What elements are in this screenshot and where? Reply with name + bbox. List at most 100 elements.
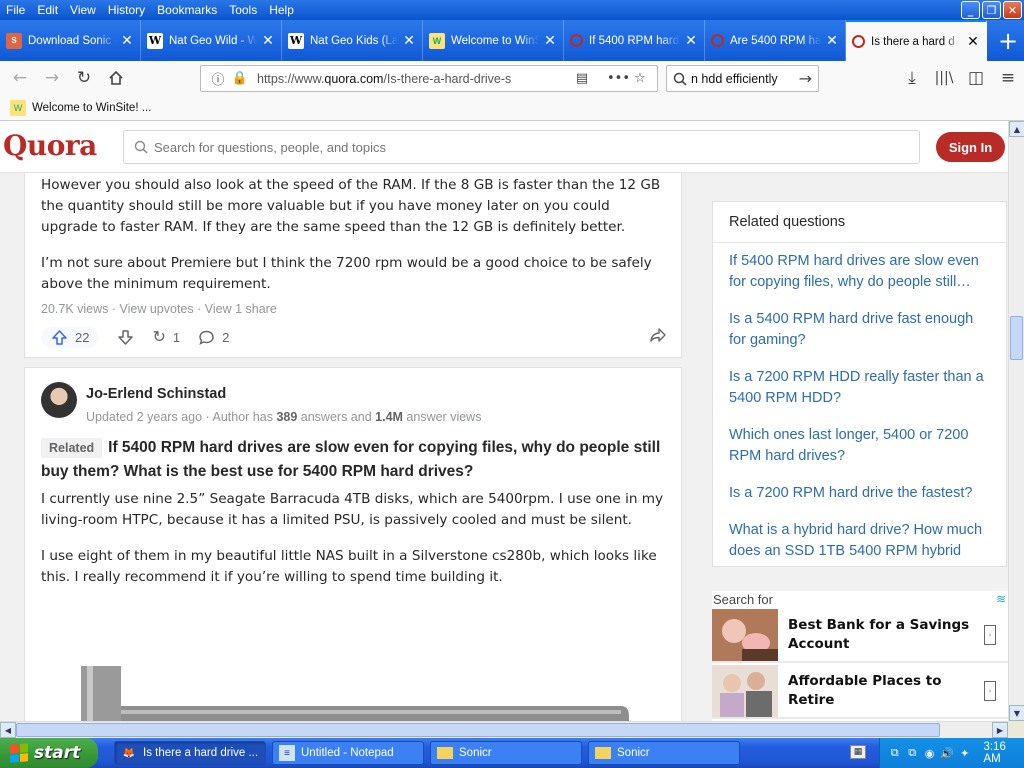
taskbar-item-sonicr-1[interactable]: Sonicr (430, 741, 582, 765)
quora-logo[interactable]: Quora (3, 129, 97, 162)
horizontal-scrollbar[interactable]: ◀ ▶ (0, 721, 1008, 738)
ad-title[interactable]: Best Bank for a Savings Account (788, 616, 978, 654)
upvote-button[interactable]: 22 (41, 326, 100, 348)
library-button[interactable]: |||\ (928, 62, 960, 94)
related-question-text[interactable]: If 5400 RPM hard drives are slow even fo… (41, 439, 660, 480)
view-upvotes-link[interactable]: View upvotes (120, 302, 194, 316)
downvote-button[interactable] (117, 329, 134, 346)
scroll-left-arrow-icon[interactable]: ◀ (0, 722, 16, 738)
keyboard-icon[interactable]: ▦ (850, 745, 866, 759)
related-question-heading[interactable]: Related If 5400 RPM hard drives are slow … (41, 436, 661, 484)
folder-icon (437, 747, 453, 759)
search-go-icon[interactable]: → (799, 69, 812, 88)
tab-close-icon[interactable]: ✕ (402, 32, 416, 49)
related-question-link[interactable]: Which ones last longer, 5400 or 7200 RPM… (729, 425, 990, 467)
minimize-button[interactable]: _ (961, 1, 980, 19)
tab-quora-5400-slow[interactable]: If 5400 RPM hard ✕ (564, 20, 705, 61)
ad-item[interactable]: Best Bank for a Savings Account › (712, 609, 1008, 663)
related-question-link[interactable]: Is a 7200 RPM hard drive the fastest? (729, 483, 990, 504)
notepad-icon: ≡ (279, 745, 295, 761)
avatar[interactable] (41, 382, 77, 418)
ad-choices-icon[interactable]: ≋ (996, 592, 1006, 606)
taskbar-item-sonicr-2[interactable]: Sonicr (588, 741, 740, 765)
tab-close-icon[interactable]: ✕ (684, 32, 698, 49)
network-icon[interactable]: ⧉ (905, 746, 918, 760)
menu-bookmarks[interactable]: Bookmarks (151, 3, 223, 17)
tab-close-icon[interactable]: ✕ (120, 32, 134, 49)
taskbar-item-notepad[interactable]: ≡ Untitled - Notepad (272, 741, 424, 765)
scroll-down-arrow-icon[interactable]: ▼ (1009, 705, 1024, 721)
vertical-scroll-thumb[interactable] (1010, 316, 1023, 360)
share-button[interactable] (649, 326, 667, 349)
view-shares-link[interactable]: View 1 share (205, 302, 277, 316)
network-icon[interactable]: ⧉ (888, 746, 901, 760)
author-name[interactable]: Jo-Erlend Schinstad (86, 386, 481, 402)
tab-close-icon[interactable]: ✕ (261, 32, 275, 49)
new-tab-button[interactable]: + (992, 20, 1024, 61)
related-question-link[interactable]: Is a 5400 RPM hard drive fast enough for… (729, 309, 990, 351)
lock-icon[interactable]: 🔒 (229, 71, 251, 86)
related-question-link[interactable]: Is a 7200 RPM HDD really faster than a 5… (729, 367, 990, 409)
scroll-right-arrow-icon[interactable]: ▶ (992, 722, 1008, 738)
tab-close-icon[interactable]: ✕ (966, 33, 980, 50)
ad-item[interactable]: Affordable Places to Retire › (712, 665, 1008, 719)
ad-title[interactable]: Affordable Places to Retire (788, 672, 978, 710)
tab-quora-are-5400[interactable]: Are 5400 RPM ha ✕ (705, 20, 846, 61)
url-bar[interactable]: ⓘ 🔒 https://www.quora.com/Is-there-a-har… (200, 65, 658, 92)
comment-button[interactable]: 2 (198, 329, 229, 346)
quora-search-input[interactable] (154, 139, 919, 155)
horizontal-scroll-thumb[interactable] (16, 723, 940, 737)
tab-nat-geo-kids[interactable]: W Nat Geo Kids (La ✕ (282, 20, 423, 61)
related-question-link[interactable]: What is a hybrid hard drive? How much do… (729, 520, 990, 562)
tab-quora-active[interactable]: Is there a hard d ✕ (846, 20, 987, 61)
security-icon[interactable]: ◉ (923, 746, 936, 760)
upvote-count: 22 (75, 329, 90, 345)
tab-download-sonic[interactable]: S Download Sonic R ✕ (0, 20, 141, 61)
page-actions-icon[interactable]: ••• (607, 71, 630, 86)
restore-button[interactable]: ❐ (982, 1, 1001, 19)
ad-arrow-icon[interactable]: › (984, 681, 996, 701)
menu-file[interactable]: File (0, 3, 31, 17)
vertical-scrollbar[interactable]: ▲ ▼ (1008, 121, 1024, 721)
clock[interactable]: 3:16 AM (983, 741, 1024, 765)
scroll-up-arrow-icon[interactable]: ▲ (1009, 121, 1024, 137)
taskbar-item-firefox[interactable]: 🦊 Is there a hard drive ... (114, 741, 266, 765)
quora-header: Quora Sign In (0, 121, 1008, 173)
ad-arrow-icon[interactable]: › (984, 625, 996, 645)
sidebar-button[interactable]: ◫ (960, 62, 992, 94)
info-icon[interactable]: ⓘ (207, 69, 229, 88)
volume-icon[interactable]: 🔊 (940, 746, 954, 760)
search-bar-value[interactable]: n hdd efficiently (691, 72, 799, 86)
search-bar[interactable]: n hdd efficiently → (666, 65, 819, 92)
sign-in-button[interactable]: Sign In (936, 132, 1005, 162)
url-text[interactable]: https://www.quora.com/Is-there-a-hard-dr… (257, 72, 571, 86)
reload-button[interactable]: ↻ (68, 62, 100, 94)
quora-search[interactable] (123, 130, 920, 164)
close-icon: ✕ (1007, 3, 1018, 17)
bookmark-winsite[interactable]: W Welcome to WinSite! ... (10, 99, 151, 116)
bookmark-star-icon[interactable]: ☆ (629, 71, 651, 86)
start-button[interactable]: start (0, 738, 98, 768)
reader-view-icon[interactable]: ▤ (571, 71, 593, 86)
menu-button[interactable]: ≡ (992, 62, 1024, 94)
tab-close-icon[interactable]: ✕ (543, 32, 557, 49)
tray-app-icon[interactable]: ✦ (958, 746, 971, 760)
home-button[interactable] (100, 62, 132, 94)
tab-nat-geo-wild[interactable]: W Nat Geo Wild - W ✕ (141, 20, 282, 61)
menu-history[interactable]: History (102, 3, 151, 17)
tab-winsite[interactable]: W Welcome to WinS ✕ (423, 20, 564, 61)
url-path: /Is-there-a-hard-drive-s (383, 71, 512, 86)
forward-button[interactable]: → (36, 62, 68, 94)
menu-help[interactable]: Help (263, 3, 300, 17)
windows-logo-icon (10, 743, 28, 763)
menu-edit[interactable]: Edit (31, 3, 64, 17)
close-window-button[interactable]: ✕ (1003, 1, 1022, 19)
back-button[interactable]: ← (4, 62, 36, 94)
menu-tools[interactable]: Tools (223, 3, 263, 17)
related-question-link[interactable]: If 5400 RPM hard drives are slow even fo… (729, 251, 990, 293)
download-icon: ⤓ (908, 68, 916, 88)
reshare-button[interactable]: ↻ 1 (152, 327, 180, 347)
downloads-button[interactable]: ⤓ (896, 62, 928, 94)
tab-close-icon[interactable]: ✕ (825, 32, 839, 49)
menu-view[interactable]: View (64, 3, 102, 17)
